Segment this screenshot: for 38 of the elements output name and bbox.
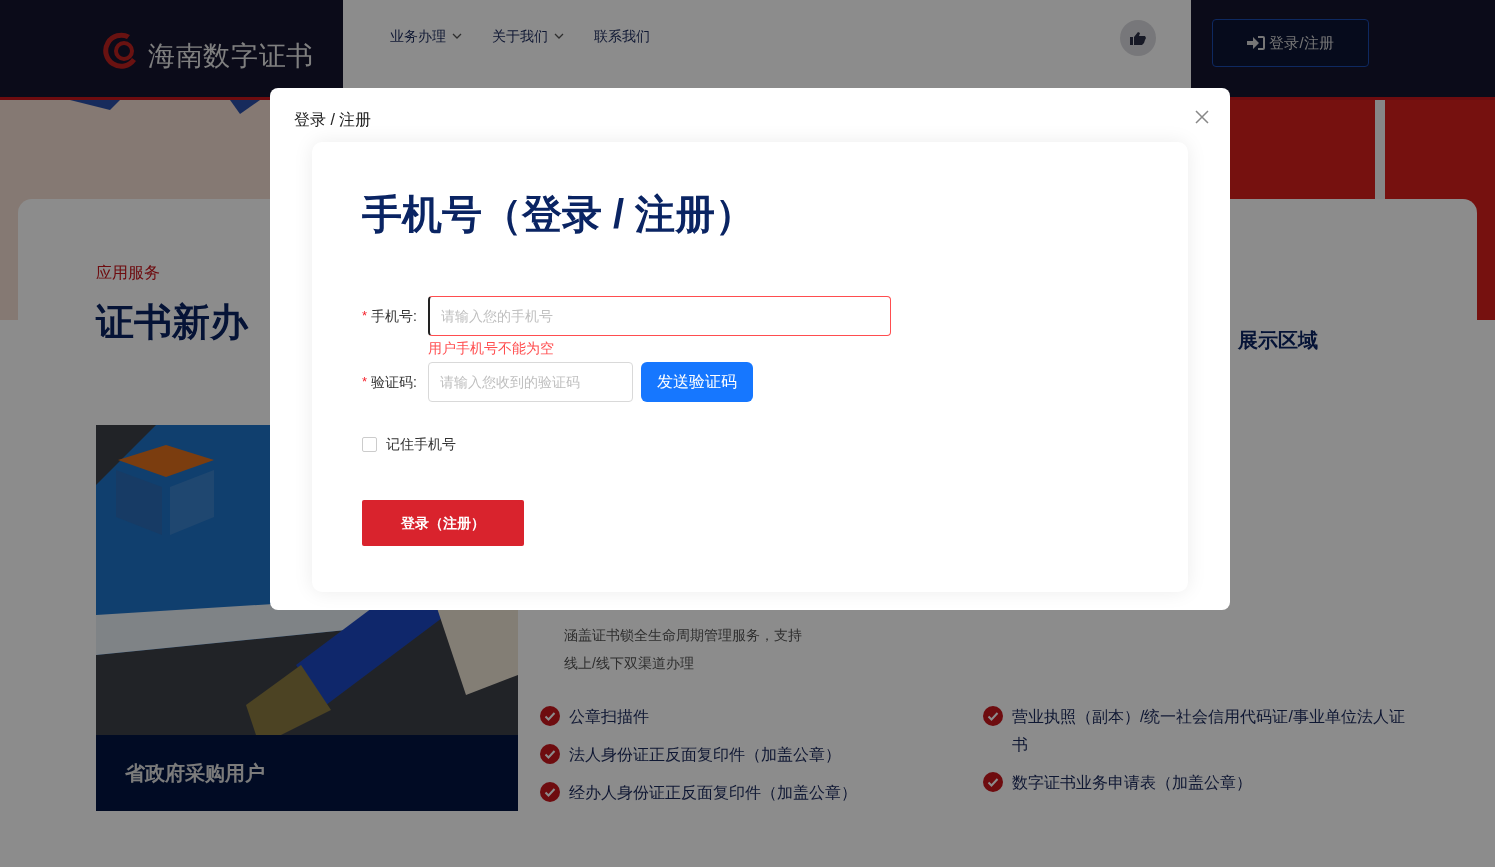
required-mark: * xyxy=(362,373,368,392)
send-code-button[interactable]: 发送验证码 xyxy=(641,362,753,402)
check-icon xyxy=(540,744,560,764)
description-text: 涵盖证书锁全生命周期管理服务，支持线上/线下双渠道办理 xyxy=(564,626,803,673)
section-title: 证书新办 xyxy=(96,300,248,345)
requirement-text: 经办人身份证正反面复印件（加盖公章） xyxy=(569,783,858,803)
dialog-title: 登录 / 注册 xyxy=(294,110,372,130)
requirement-text: 公章扫描件 xyxy=(569,707,650,727)
sign-in-icon xyxy=(1247,36,1266,50)
submit-button[interactable]: 登录（注册） xyxy=(362,500,524,546)
checkbox[interactable] xyxy=(362,437,377,452)
nav-link[interactable]: 联系我们 xyxy=(594,26,650,46)
logo-text: 海南数字证书 xyxy=(148,40,315,74)
check-icon xyxy=(540,706,560,726)
nav-link[interactable]: 关于我们 xyxy=(492,26,564,46)
close-button[interactable] xyxy=(1194,109,1210,125)
requirement-text: 数字证书业务申请表（加盖公章） xyxy=(1012,773,1253,793)
field-label: 手机号: xyxy=(371,306,417,326)
check-icon xyxy=(983,706,1003,726)
picture-caption: 省政府采购用户 xyxy=(125,761,265,786)
logo[interactable]: 海南数字证书 xyxy=(0,0,343,97)
field-label: 验证码: xyxy=(371,372,417,392)
checkbox-label[interactable]: 记住手机号 xyxy=(386,434,456,455)
caret-icon xyxy=(452,33,462,39)
required-mark: * xyxy=(362,307,368,326)
eyebrow-text: 应用服务 xyxy=(96,263,161,283)
caret-icon xyxy=(554,33,564,39)
check-icon xyxy=(983,772,1003,792)
thumbs-up-button[interactable] xyxy=(1120,20,1156,56)
error-text: 用户手机号不能为空 xyxy=(428,339,555,358)
section-title: 展示区域 xyxy=(1238,328,1319,353)
form-heading: 手机号（登录 / 注册） xyxy=(362,191,757,238)
requirement-text: 营业执照（副本）/统一社会信用代码证/事业单位法人证书 xyxy=(1012,707,1406,755)
requirement-text: 法人身份证正反面复印件（加盖公章） xyxy=(569,745,842,765)
login-button[interactable]: 登录/注册 xyxy=(1212,19,1369,67)
input-field[interactable]: 请输入您的手机号 xyxy=(428,296,891,336)
nav-link[interactable]: 业务办理 xyxy=(390,26,462,46)
check-icon xyxy=(540,782,560,802)
